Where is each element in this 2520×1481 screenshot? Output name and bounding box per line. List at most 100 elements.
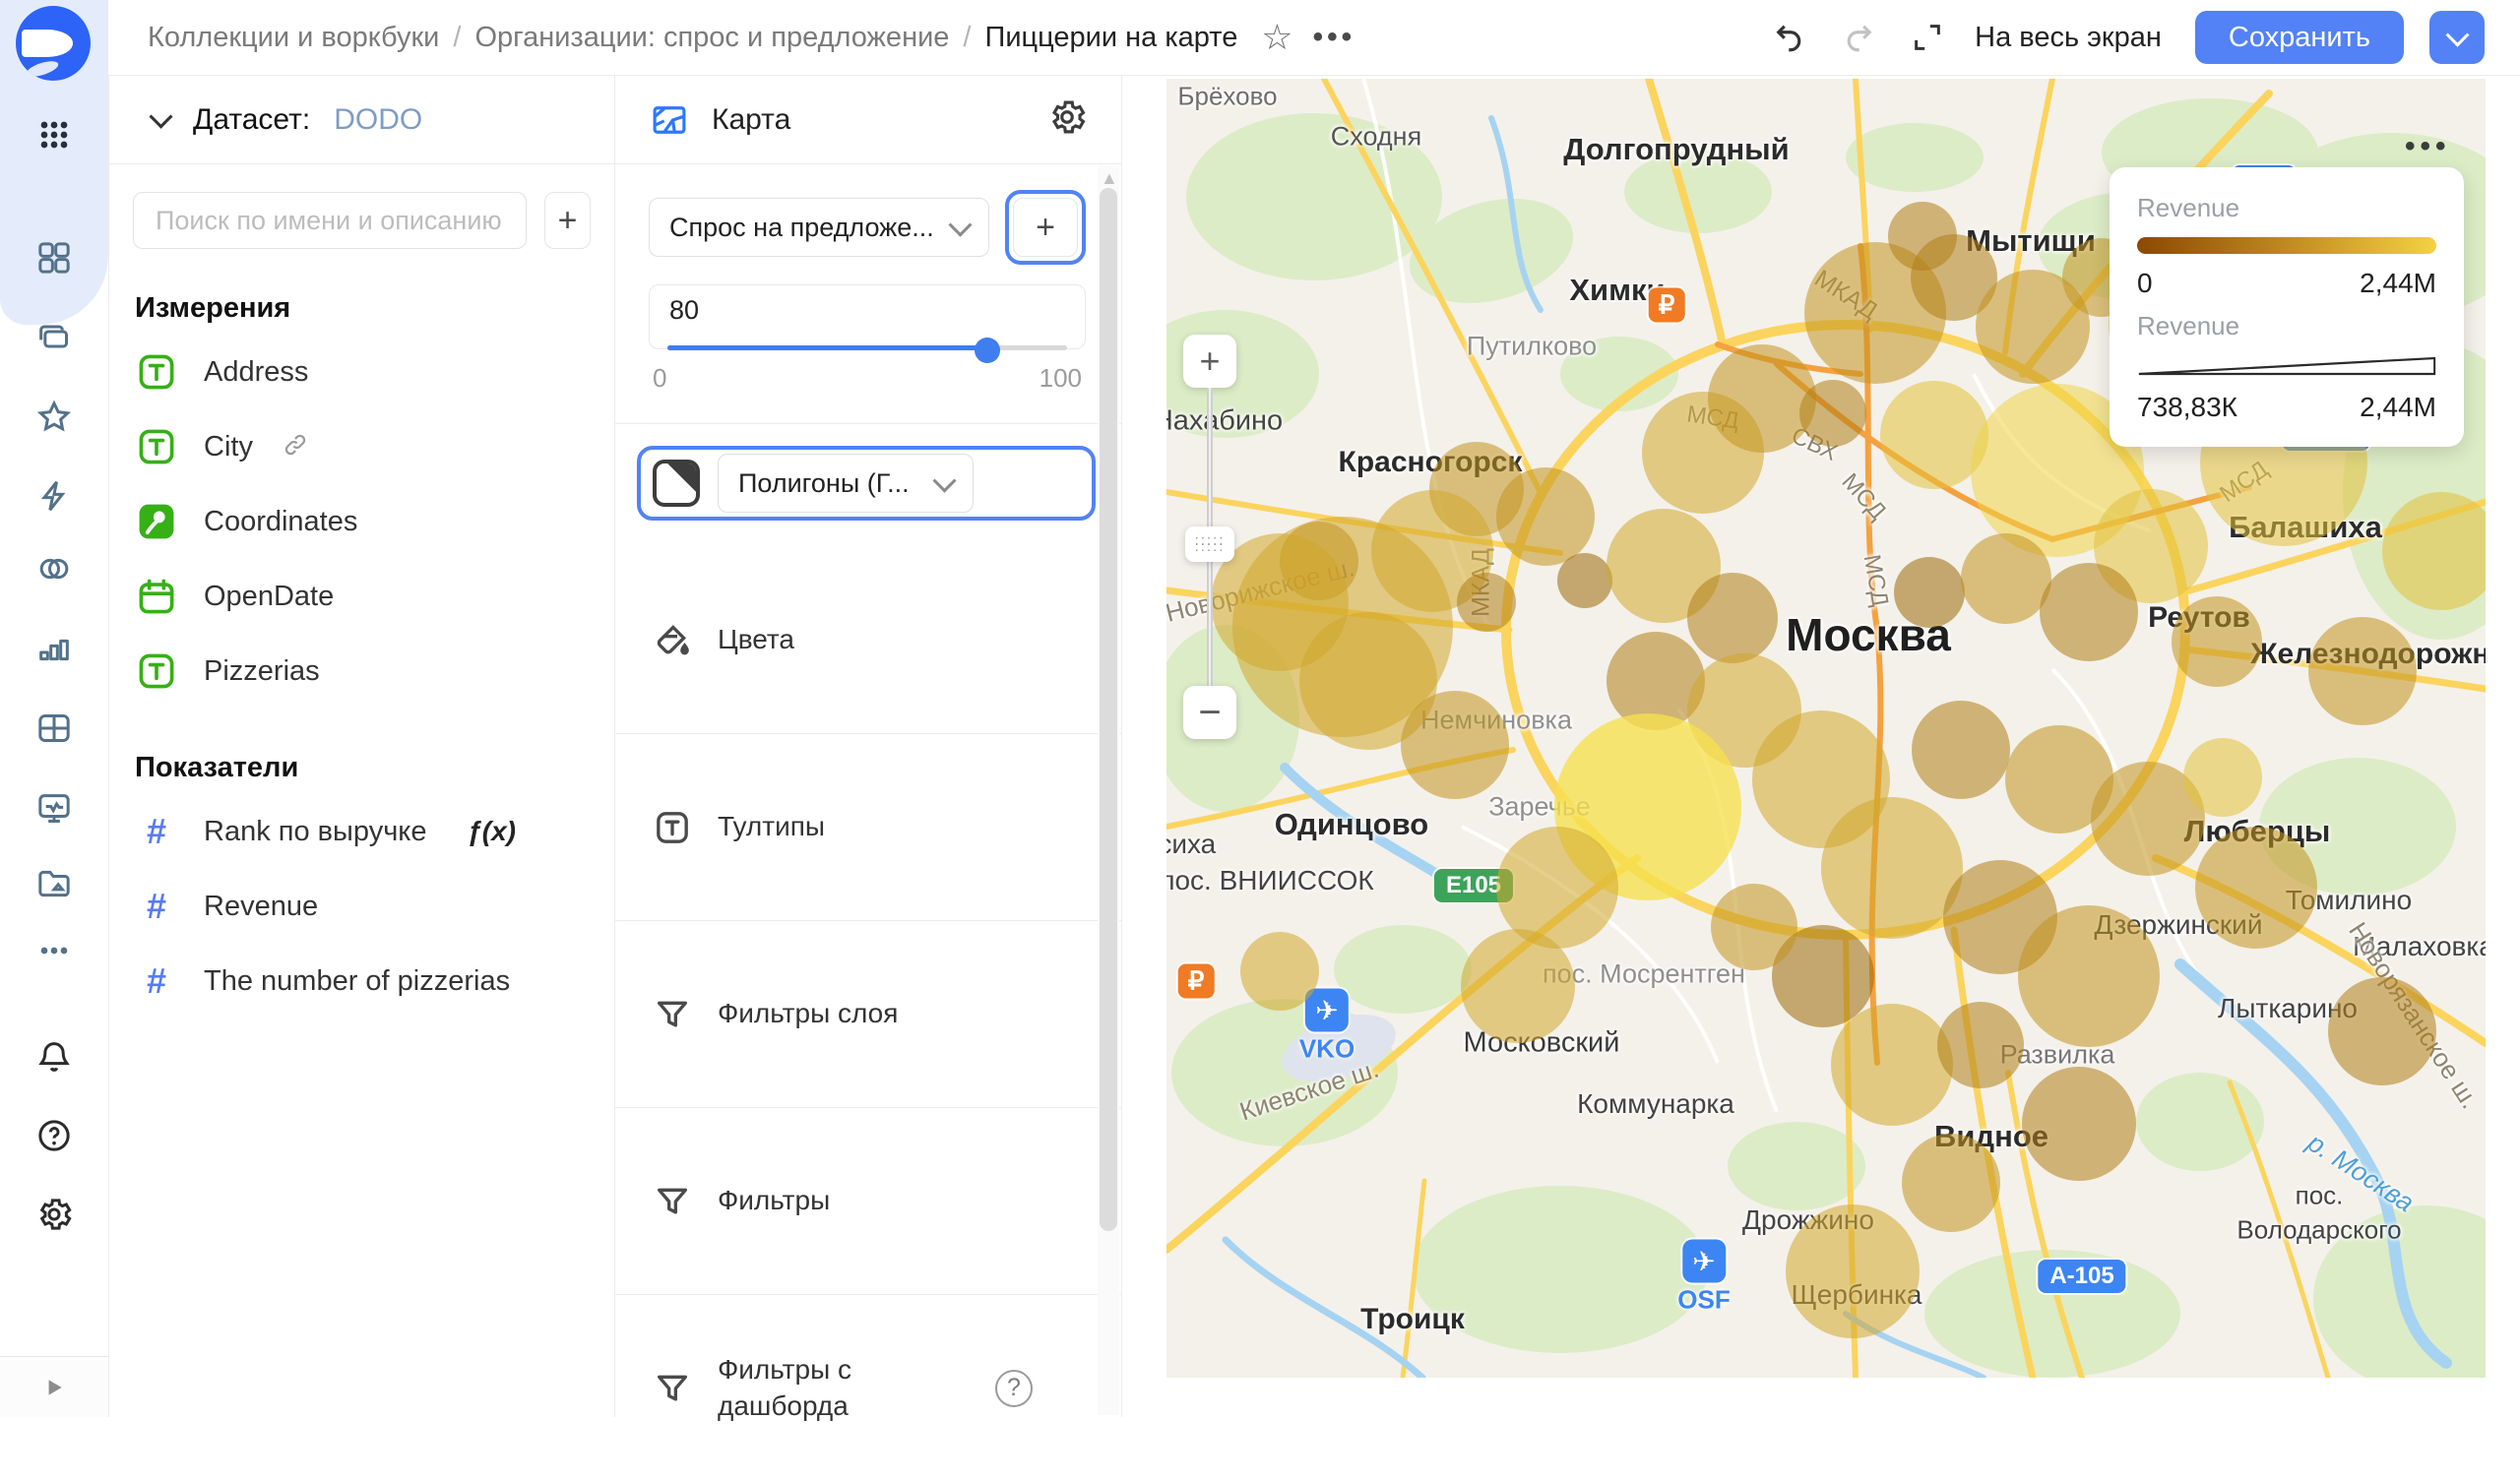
connections-icon[interactable]: [31, 545, 78, 592]
entry-more-icon[interactable]: •••: [1312, 16, 1355, 59]
layer-select-value: Спрос на предложе...: [669, 212, 934, 242]
favorite-star-icon[interactable]: ☆: [1255, 16, 1298, 59]
dimension-field-pizzerias[interactable]: Pizzerias: [109, 634, 614, 709]
map-label: Красногорск: [1338, 446, 1523, 478]
map-label: Сходня: [1330, 121, 1422, 152]
dimension-field-opendate[interactable]: OpenDate: [109, 559, 614, 634]
help-icon[interactable]: [31, 1112, 78, 1159]
tables-icon[interactable]: [31, 705, 78, 752]
opacity-max-label: 100: [1039, 363, 1082, 393]
text-field-type-icon: [135, 350, 178, 394]
save-button[interactable]: Сохранить: [2194, 11, 2404, 64]
more-services-icon[interactable]: [31, 927, 78, 974]
map-label: Лыткарино: [2217, 993, 2359, 1023]
map-label: Реутов: [2148, 601, 2250, 634]
number-field-type-icon: #: [146, 811, 167, 851]
opacity-slider-track[interactable]: [667, 337, 1067, 363]
storage-icon[interactable]: [31, 860, 78, 907]
map-label: Новорижское ш.: [1166, 552, 1357, 628]
map-area: Брёхово Сходня Долгопрудный Мытищи Химки Пути…: [1122, 76, 2520, 1417]
legend-color-title: Revenue: [2137, 193, 2240, 222]
breadcrumb-item[interactable]: Коллекции и воркбуки: [148, 22, 439, 54]
map-label: Путилково: [1466, 331, 1598, 361]
map-legend: Revenue 0 2,44M Revenue 738,83К 2,44М: [2110, 167, 2464, 447]
geotype-select[interactable]: Полигоны (Г...: [718, 454, 974, 513]
section-фильтры[interactable]: Фильтры: [615, 1107, 1121, 1294]
chevron-down-icon: [948, 213, 973, 237]
map-zoom-out-button[interactable]: −: [1183, 686, 1236, 739]
fullscreen-icon[interactable]: [1906, 16, 1949, 59]
section-label: Фильтры: [718, 1185, 831, 1216]
breadcrumb: Коллекции и воркбуки / Организации: спрос …: [148, 22, 1237, 54]
section-label: Цвета: [718, 623, 794, 654]
map-label: Заречье: [1488, 791, 1591, 822]
notifications-bell-icon[interactable]: [31, 1033, 78, 1080]
legend-size-max: 2,44М: [2360, 392, 2436, 422]
map-label: Троицк: [1360, 1303, 1465, 1335]
yandex-map-canvas[interactable]: Брёхово Сходня Долгопрудный Мытищи Химки Пути…: [1166, 79, 2486, 1378]
map-label: асиха: [1166, 829, 1217, 859]
breadcrumb-item[interactable]: Организации: спрос и предложение: [474, 22, 949, 54]
funnel-icon: [653, 1182, 692, 1221]
scrollbar-thumb[interactable]: [1100, 188, 1117, 1231]
monitoring-icon[interactable]: [31, 785, 78, 833]
measure-field-the-number-of-pizzerias[interactable]: # The number of pizzerias: [109, 944, 614, 1018]
left-rail: [0, 0, 108, 1417]
measure-field-rank-[interactable]: # Rank по выручке ƒ(x): [109, 794, 614, 869]
field-name: Rank по выручке: [204, 815, 427, 847]
map-label: Железнодорожный: [2250, 638, 2486, 670]
datalens-logo-icon[interactable]: [16, 6, 91, 81]
chart-settings-gear-icon[interactable]: [1046, 96, 1088, 143]
section-фильтры-слоя[interactable]: Фильтры слоя: [615, 920, 1121, 1107]
map-label: пос. Мосрентген: [1543, 958, 1745, 989]
favorites-icon[interactable]: [31, 394, 78, 441]
charts-icon[interactable]: [31, 624, 78, 671]
dataset-name-link[interactable]: DODO: [334, 103, 422, 137]
field-search-input[interactable]: [133, 192, 527, 249]
polygon-layer-icon: [653, 460, 700, 507]
airport-badge-osf: ✈ OSF: [1677, 1239, 1731, 1316]
chart-sections: Цвета Тултипы Фильтры слоя Фильтры Фильтры с…: [615, 546, 1121, 1481]
quick-actions-icon[interactable]: [31, 472, 78, 520]
add-layer-button[interactable]: +: [1013, 198, 1078, 257]
map-more-icon[interactable]: •••: [2405, 130, 2474, 163]
dataset-collapse-chevron-icon[interactable]: [149, 104, 173, 129]
section-тултипы[interactable]: Тултипы: [615, 733, 1121, 920]
redo-icon[interactable]: [1837, 16, 1880, 59]
breadcrumb-separator: /: [453, 21, 462, 53]
map-label: Немчиновка: [1420, 705, 1572, 735]
measure-field-revenue[interactable]: # Revenue: [109, 869, 614, 944]
map-label: Москва: [1786, 609, 1951, 660]
dimension-field-coordinates[interactable]: Coordinates: [109, 484, 614, 559]
map-zoom-handle[interactable]: ::::::::::: [1185, 526, 1234, 562]
funnel-icon: [653, 995, 692, 1034]
legend-color-max: 2,44M: [2360, 268, 2436, 298]
save-options-button[interactable]: [2429, 11, 2485, 64]
settings-gear-icon[interactable]: [31, 1191, 78, 1238]
scroll-up-icon[interactable]: ▲: [1101, 168, 1118, 189]
dimension-field-address[interactable]: Address: [109, 335, 614, 409]
add-field-button[interactable]: +: [544, 192, 591, 249]
map-label: МСД: [1684, 401, 1741, 435]
dimension-field-city[interactable]: City: [109, 409, 614, 484]
collections-icon[interactable]: [31, 313, 78, 360]
opacity-slider-handle[interactable]: [974, 337, 1000, 363]
section-label: Фильтры с дашборда: [718, 1354, 851, 1421]
collapse-panel-button[interactable]: [0, 1356, 108, 1417]
layer-select[interactable]: Спрос на предложе...: [649, 198, 989, 257]
breadcrumb-item[interactable]: Пиццерии на карте: [984, 22, 1237, 54]
section-цвета[interactable]: Цвета: [615, 546, 1121, 733]
dashboards-icon[interactable]: [31, 234, 78, 281]
airplane-icon: ✈: [1305, 988, 1349, 1032]
add-layer-focus-ring: +: [1005, 190, 1086, 265]
apps-grid-icon[interactable]: [31, 111, 78, 158]
map-label: Люберцы: [2183, 814, 2331, 848]
map-label: Московский: [1463, 1026, 1620, 1059]
map-zoom-in-button[interactable]: +: [1183, 335, 1236, 388]
section-help-icon[interactable]: ?: [995, 1369, 1033, 1407]
section-фильтры-с-дашборда[interactable]: Фильтры с дашборда?: [615, 1294, 1121, 1481]
fullscreen-label[interactable]: На весь экран: [1975, 22, 2162, 54]
undo-icon[interactable]: [1768, 16, 1811, 59]
tooltip-icon: [653, 808, 692, 847]
legend-size-wedge: [2138, 356, 2436, 376]
